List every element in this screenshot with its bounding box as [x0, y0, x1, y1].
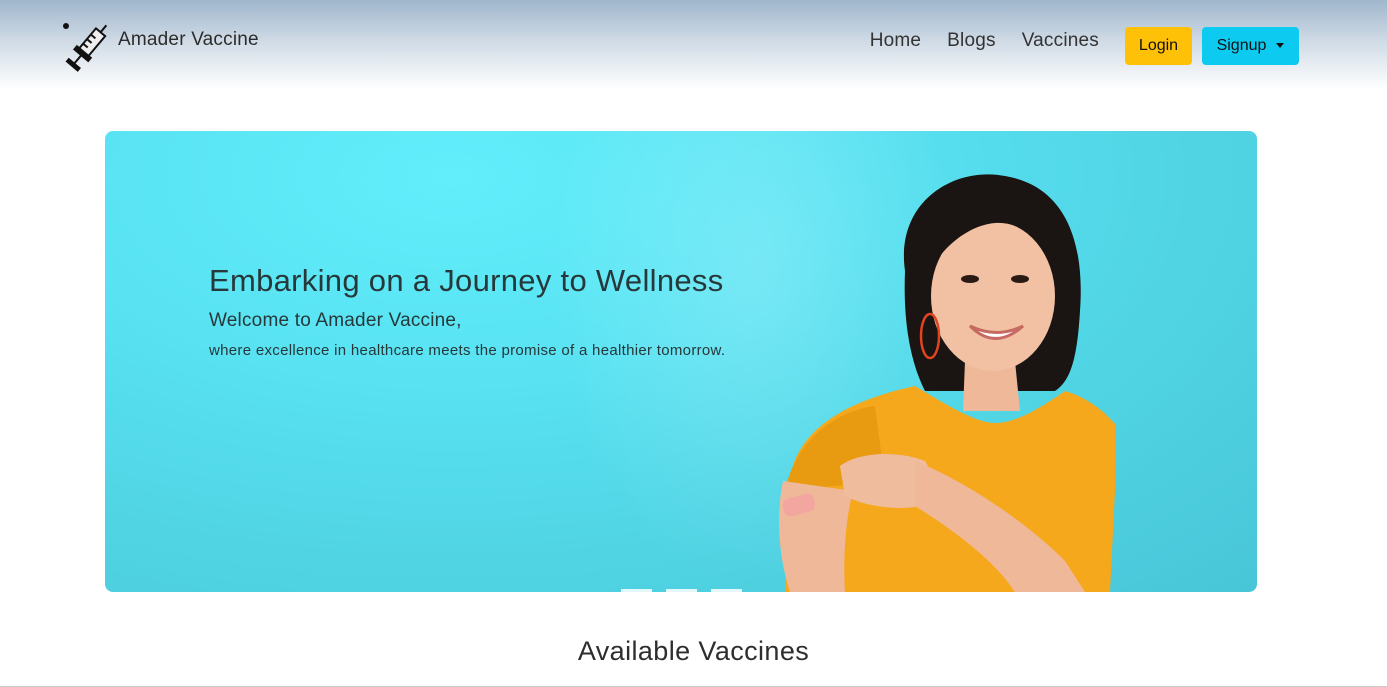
signup-dropdown-button[interactable]: Signup [1202, 27, 1299, 65]
caret-down-icon [1276, 42, 1285, 48]
carousel-indicators [621, 589, 742, 592]
nav-link-blogs[interactable]: Blogs [947, 30, 996, 52]
nav-link-vaccines[interactable]: Vaccines [1022, 30, 1099, 52]
brand[interactable]: Amader Vaccine [60, 18, 259, 74]
hero-description: where excellence in healthcare meets the… [209, 342, 726, 359]
hero-title: Embarking on a Journey to Wellness [209, 263, 724, 298]
hero-subtitle: Welcome to Amader Vaccine, [209, 310, 462, 331]
carousel-indicator-3[interactable] [711, 589, 742, 592]
hero-carousel: Embarking on a Journey to Wellness Welco… [105, 131, 1257, 592]
navbar: Amader Vaccine Home Blogs Vaccines Login… [0, 0, 1387, 90]
carousel-indicator-2[interactable] [666, 589, 697, 592]
carousel-indicator-1[interactable] [621, 589, 652, 592]
brand-name: Amader Vaccine [118, 29, 259, 50]
available-vaccines-heading: Available Vaccines [577, 636, 810, 666]
login-button[interactable]: Login [1125, 27, 1192, 65]
vaccinated-woman-image [779, 174, 1115, 592]
nav-links: Home Blogs Vaccines [870, 30, 1099, 52]
login-label: Login [1138, 37, 1179, 54]
nav-link-home[interactable]: Home [870, 30, 921, 52]
syringe-icon [63, 23, 108, 72]
signup-label: Signup [1216, 37, 1267, 54]
